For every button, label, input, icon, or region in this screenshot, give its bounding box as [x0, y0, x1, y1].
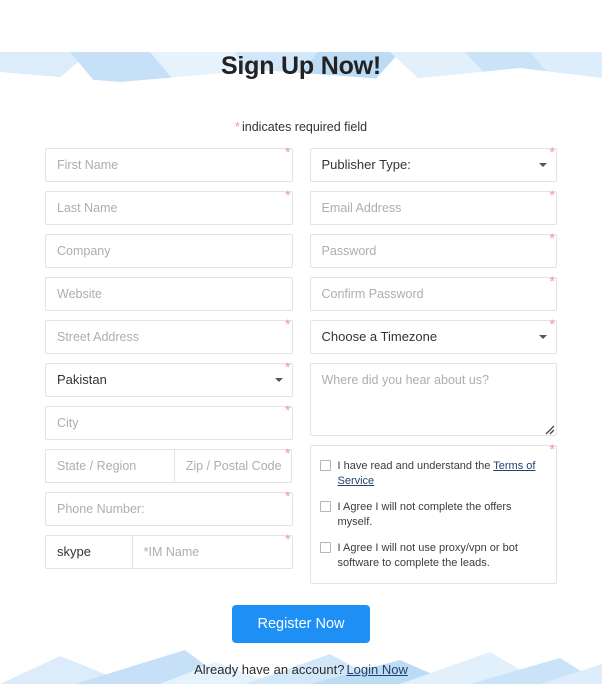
field-publisher-type: Publisher Type: *: [309, 144, 557, 182]
form-left-column: First Name * Last Name * Company Website…: [45, 144, 293, 584]
required-asterisk-icon: *: [285, 316, 291, 332]
referral-source-textarea[interactable]: Where did you hear about us?: [309, 363, 557, 436]
no-self-offers-checkbox[interactable]: [319, 501, 331, 512]
field-website: Website: [45, 277, 293, 311]
login-now-link[interactable]: Login Now: [346, 662, 407, 677]
required-asterisk-icon: *: [285, 488, 291, 504]
signup-page: Sign Up Now! * indicates required field F…: [0, 52, 602, 677]
required-asterisk-icon: *: [549, 187, 555, 203]
phone-number-input[interactable]: Phone Number:: [45, 492, 293, 526]
field-city: City *: [45, 402, 293, 440]
im-service-select[interactable]: skype: [45, 535, 132, 569]
terms-of-service-label: I have read and understand the Terms of …: [338, 459, 546, 489]
chevron-down-icon: [274, 378, 283, 382]
field-state-zip: State / Region Zip / Postal Code *: [45, 445, 293, 483]
field-country: Pakistan *: [45, 359, 293, 397]
field-agreements: I have read and understand the Terms of …: [309, 441, 557, 584]
required-asterisk-icon: *: [285, 531, 291, 547]
required-field-note: * indicates required field: [45, 119, 557, 134]
submit-row: Register Now: [45, 605, 557, 643]
required-asterisk-icon: *: [549, 316, 555, 332]
country-select[interactable]: Pakistan: [45, 363, 293, 397]
field-referral-source: Where did you hear about us?: [309, 363, 557, 436]
signup-form: First Name * Last Name * Company Website…: [45, 144, 557, 584]
last-name-input[interactable]: Last Name: [45, 191, 293, 225]
required-note-text: indicates required field: [241, 120, 368, 134]
login-prompt: Already have an account? Login Now: [45, 662, 557, 677]
required-asterisk-icon: *: [285, 359, 291, 375]
page-title: Sign Up Now!: [220, 52, 382, 80]
email-address-input[interactable]: Email Address: [309, 191, 557, 225]
im-row: skype *IM Name: [45, 535, 293, 569]
field-first-name: First Name *: [45, 144, 293, 182]
required-asterisk-icon: *: [549, 441, 555, 457]
required-asterisk-icon: *: [285, 187, 291, 203]
chevron-down-icon: [539, 163, 547, 167]
terms-of-service-checkbox[interactable]: [319, 460, 331, 471]
field-timezone: Choose a Timezone *: [309, 316, 557, 354]
street-address-input[interactable]: Street Address: [45, 320, 293, 354]
first-name-input[interactable]: First Name: [45, 148, 293, 182]
agreement-no-self-offers[interactable]: I Agree I will not complete the offers m…: [319, 500, 546, 530]
agreement-terms-of-service[interactable]: I have read and understand the Terms of …: [319, 459, 546, 489]
confirm-password-input[interactable]: Confirm Password: [309, 277, 557, 311]
field-last-name: Last Name *: [45, 187, 293, 225]
zip-postal-input[interactable]: Zip / Postal Code: [173, 449, 293, 483]
required-asterisk-icon: *: [234, 119, 240, 134]
required-asterisk-icon: *: [285, 445, 291, 461]
field-company: Company: [45, 234, 293, 268]
timezone-select[interactable]: Choose a Timezone: [309, 320, 557, 354]
website-input[interactable]: Website: [45, 277, 293, 311]
state-region-input[interactable]: State / Region: [45, 449, 174, 483]
no-proxy-bot-label: I Agree I will not use proxy/vpn or bot …: [337, 542, 518, 569]
field-confirm-password: Confirm Password *: [309, 273, 557, 311]
required-asterisk-icon: *: [285, 402, 291, 418]
field-street-address: Street Address *: [45, 316, 293, 354]
state-zip-row: State / Region Zip / Postal Code: [45, 449, 293, 483]
field-email-address: Email Address *: [309, 187, 557, 225]
resize-handle-icon[interactable]: [543, 422, 555, 435]
required-asterisk-icon: *: [549, 144, 555, 160]
agreement-no-proxy-bot[interactable]: I Agree I will not use proxy/vpn or bot …: [319, 541, 546, 571]
field-im: skype *IM Name *: [45, 531, 293, 569]
no-proxy-bot-checkbox[interactable]: [319, 542, 331, 553]
agreements-panel: I have read and understand the Terms of …: [309, 445, 557, 584]
company-input[interactable]: Company: [45, 234, 293, 268]
field-phone-number: Phone Number: *: [45, 488, 293, 526]
login-prompt-text: Already have an account?: [194, 662, 345, 677]
form-right-column: Publisher Type: * Email Address * Passwo…: [309, 144, 557, 584]
chevron-down-icon: [539, 335, 547, 339]
no-self-offers-label: I Agree I will not complete the offers m…: [337, 501, 512, 528]
register-now-button[interactable]: Register Now: [232, 605, 370, 643]
password-input[interactable]: Password: [309, 234, 557, 268]
im-name-input[interactable]: *IM Name: [131, 535, 293, 569]
city-input[interactable]: City: [45, 406, 293, 440]
publisher-type-select[interactable]: Publisher Type:: [309, 148, 557, 182]
terms-text-before: I have read and understand the: [337, 460, 494, 472]
field-password: Password *: [309, 230, 557, 268]
required-asterisk-icon: *: [549, 273, 555, 289]
required-asterisk-icon: *: [285, 144, 291, 160]
required-asterisk-icon: *: [549, 230, 555, 246]
